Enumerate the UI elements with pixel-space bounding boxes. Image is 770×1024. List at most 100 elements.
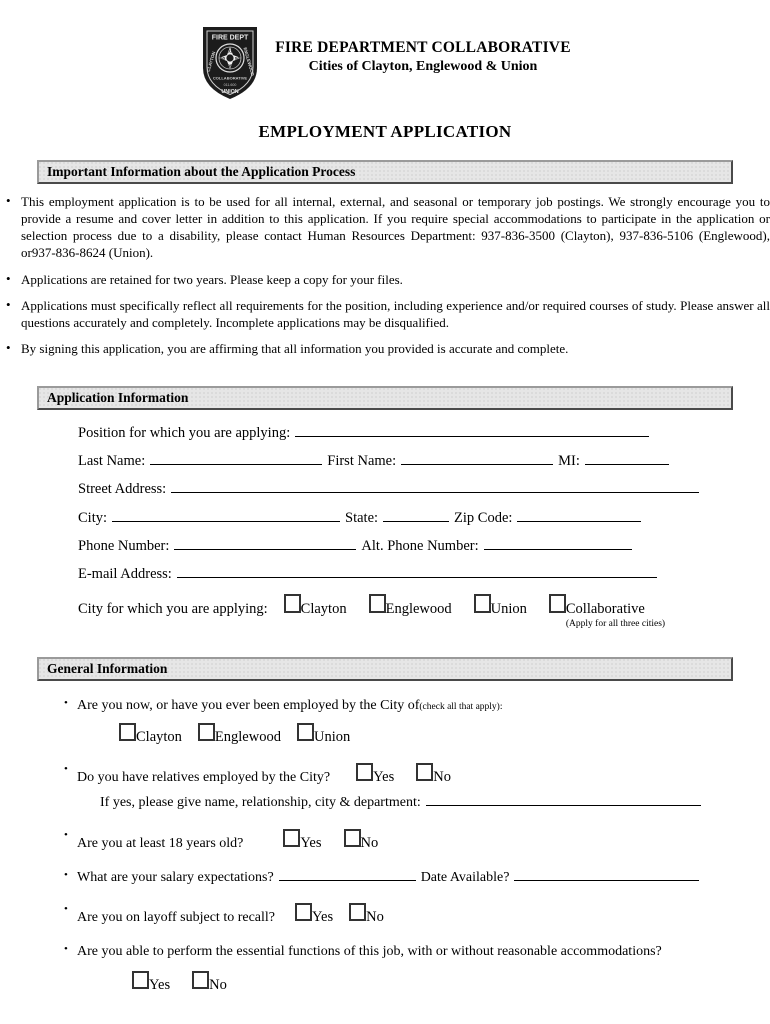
svg-text:50: 50 (235, 56, 241, 61)
question-essential-text: Are you able to perform the essential fu… (77, 944, 662, 960)
field-row-city-state-zip: City: State: Zip Code: (78, 509, 730, 526)
section-title-general-information: General Information (47, 660, 168, 676)
mi-input[interactable] (584, 453, 669, 465)
street-address-input[interactable] (171, 481, 700, 494)
email-address-label: E-mail Address: (78, 566, 172, 583)
question-relatives-row: Do you have relatives employed by the Ci… (77, 763, 733, 787)
state-label: State: (345, 509, 379, 526)
checkbox-essential-yes[interactable] (132, 971, 149, 990)
checkbox-age-yes[interactable] (283, 828, 301, 847)
important-info-bullet: Applications are retained for two years.… (0, 270, 770, 288)
zip-code-input[interactable] (517, 509, 642, 522)
checkbox-city-union[interactable] (473, 594, 491, 614)
mi-label: MI: (558, 452, 580, 469)
date-available-input[interactable] (514, 869, 700, 881)
document-header: FIRE DEPT 01 50 50 05 CLAYTON ENGLEWOOD … (0, 0, 770, 142)
field-row-position: Position for which you are applying: (78, 424, 730, 441)
general-information-questions: Are you now, or have you ever been emplo… (0, 696, 770, 995)
phone-number-input[interactable] (174, 538, 357, 550)
alt-phone-number-input[interactable] (483, 538, 632, 550)
question-relatives-employed: Do you have relatives employed by the Ci… (62, 762, 733, 812)
relatives-followup-label: If yes, please give name, relationship, … (100, 795, 421, 811)
collaborative-note: (Apply for all three cities) (565, 619, 666, 630)
checkbox-city-collaborative[interactable] (548, 594, 566, 614)
checkbox-collaborative-row: Collaborative (548, 594, 665, 618)
checkbox-label-city-union: Union (490, 601, 527, 618)
question-employed-by-city: Are you now, or have you ever been emplo… (62, 696, 733, 747)
question-employed-text: Are you now, or have you ever been emplo… (77, 698, 420, 714)
email-address-input[interactable] (176, 566, 657, 579)
checkbox-employed-englewood[interactable] (197, 723, 215, 742)
checkbox-label-layoff-no: No (366, 908, 384, 925)
organization-subtitle: Cities of Clayton, Englewood & Union (308, 59, 538, 75)
svg-text:FIRE DEPT: FIRE DEPT (212, 35, 249, 42)
important-info-bullet: Applications must specifically reflect a… (0, 296, 770, 331)
checkbox-essential-no[interactable] (192, 971, 210, 990)
checkbox-relatives-no[interactable] (416, 763, 434, 782)
first-name-label: First Name: (327, 452, 397, 469)
city-label: City: (78, 509, 108, 526)
title-row: FIRE DEPT 01 50 50 05 CLAYTON ENGLEWOOD … (0, 22, 770, 102)
last-name-input[interactable] (150, 453, 323, 465)
checkbox-city-clayton[interactable] (283, 594, 301, 614)
checkbox-group-collaborative: Collaborative (Apply for all three citie… (548, 594, 666, 630)
checkbox-label-city-englewood: Englewood (385, 601, 452, 618)
checkbox-row-essential: Yes No (77, 971, 733, 995)
checkbox-label-city-clayton: Clayton (300, 601, 347, 618)
checkbox-label-employed-union: Union (313, 729, 351, 746)
question-essential-functions: Are you able to perform the essential fu… (62, 942, 733, 995)
organization-titles: FIRE DEPARTMENT COLLABORATIVE Cities of … (275, 22, 571, 77)
checkbox-layoff-no[interactable] (349, 902, 367, 921)
salary-expectations-input[interactable] (278, 869, 416, 881)
checkbox-label-age-no: No (360, 834, 379, 851)
question-age-text: Are you at least 18 years old? (77, 835, 244, 851)
checkbox-age-no[interactable] (343, 828, 361, 847)
checkbox-city-englewood[interactable] (368, 594, 386, 614)
question-date-available-text: Date Available? (420, 869, 510, 885)
checkbox-layoff-yes[interactable] (295, 902, 313, 921)
checkbox-label-city-collaborative: Collaborative (565, 601, 645, 618)
svg-text:01: 01 (228, 49, 234, 54)
state-input[interactable] (383, 509, 450, 522)
section-header-general-information: General Information (37, 657, 733, 682)
application-information-fields: Position for which you are applying: Las… (0, 424, 770, 629)
checkbox-label-relatives-no: No (433, 769, 451, 786)
important-info-bullet-list: This employment application is to be use… (0, 192, 770, 357)
field-row-name: Last Name: First Name: MI: (78, 453, 730, 470)
question-relatives-text: Do you have relatives employed by the Ci… (77, 770, 331, 786)
position-label: Position for which you are applying: (78, 424, 291, 441)
checkbox-label-employed-englewood: Englewood (214, 729, 281, 746)
city-input[interactable] (112, 509, 341, 522)
field-row-email: E-mail Address: (78, 566, 730, 583)
section-title-important-information: Important Information about the Applicat… (47, 163, 356, 179)
street-address-label: Street Address: (78, 481, 167, 498)
checkbox-label-employed-clayton: Clayton (136, 729, 182, 746)
section-header-important-information: Important Information about the Applicat… (37, 160, 733, 184)
question-salary-and-date: What are your salary expectations? Date … (62, 868, 733, 887)
checkbox-label-relatives-yes: Yes (373, 769, 395, 786)
question-salary-text: What are your salary expectations? (77, 869, 274, 885)
relatives-detail-input[interactable] (425, 794, 701, 807)
alt-phone-number-label: Alt. Phone Number: (361, 537, 479, 554)
question-layoff-text: Are you on layoff subject to recall? (77, 909, 276, 925)
relatives-followup-row: If yes, please give name, relationship, … (77, 794, 733, 812)
important-info-bullet: This employment application is to be use… (0, 192, 770, 262)
checkbox-employed-union[interactable] (296, 723, 314, 742)
phone-number-label: Phone Number: (78, 537, 170, 554)
checkbox-row-employed-cities: Clayton Englewood Union (77, 723, 733, 747)
question-age-row: Are you at least 18 years old? Yes No (77, 828, 733, 853)
first-name-input[interactable] (401, 453, 554, 465)
svg-text:011.600: 011.600 (224, 83, 237, 87)
question-employed-note: (check all that apply): (419, 702, 503, 713)
svg-text:50: 50 (220, 56, 226, 61)
checkbox-employed-clayton[interactable] (119, 723, 136, 742)
checkbox-relatives-yes[interactable] (356, 763, 374, 782)
field-row-street: Street Address: (78, 481, 730, 498)
svg-text:05: 05 (228, 64, 234, 69)
checkbox-label-layoff-yes: Yes (312, 908, 334, 925)
field-row-city-applying: City for which you are applying: Clayton… (78, 594, 730, 629)
question-salary-row: What are your salary expectations? Date … (77, 869, 733, 887)
organization-name: FIRE DEPARTMENT COLLABORATIVE (275, 39, 571, 56)
position-input[interactable] (295, 424, 650, 437)
fire-department-badge-icon: FIRE DEPT 01 50 50 05 CLAYTON ENGLEWOOD … (199, 24, 261, 102)
